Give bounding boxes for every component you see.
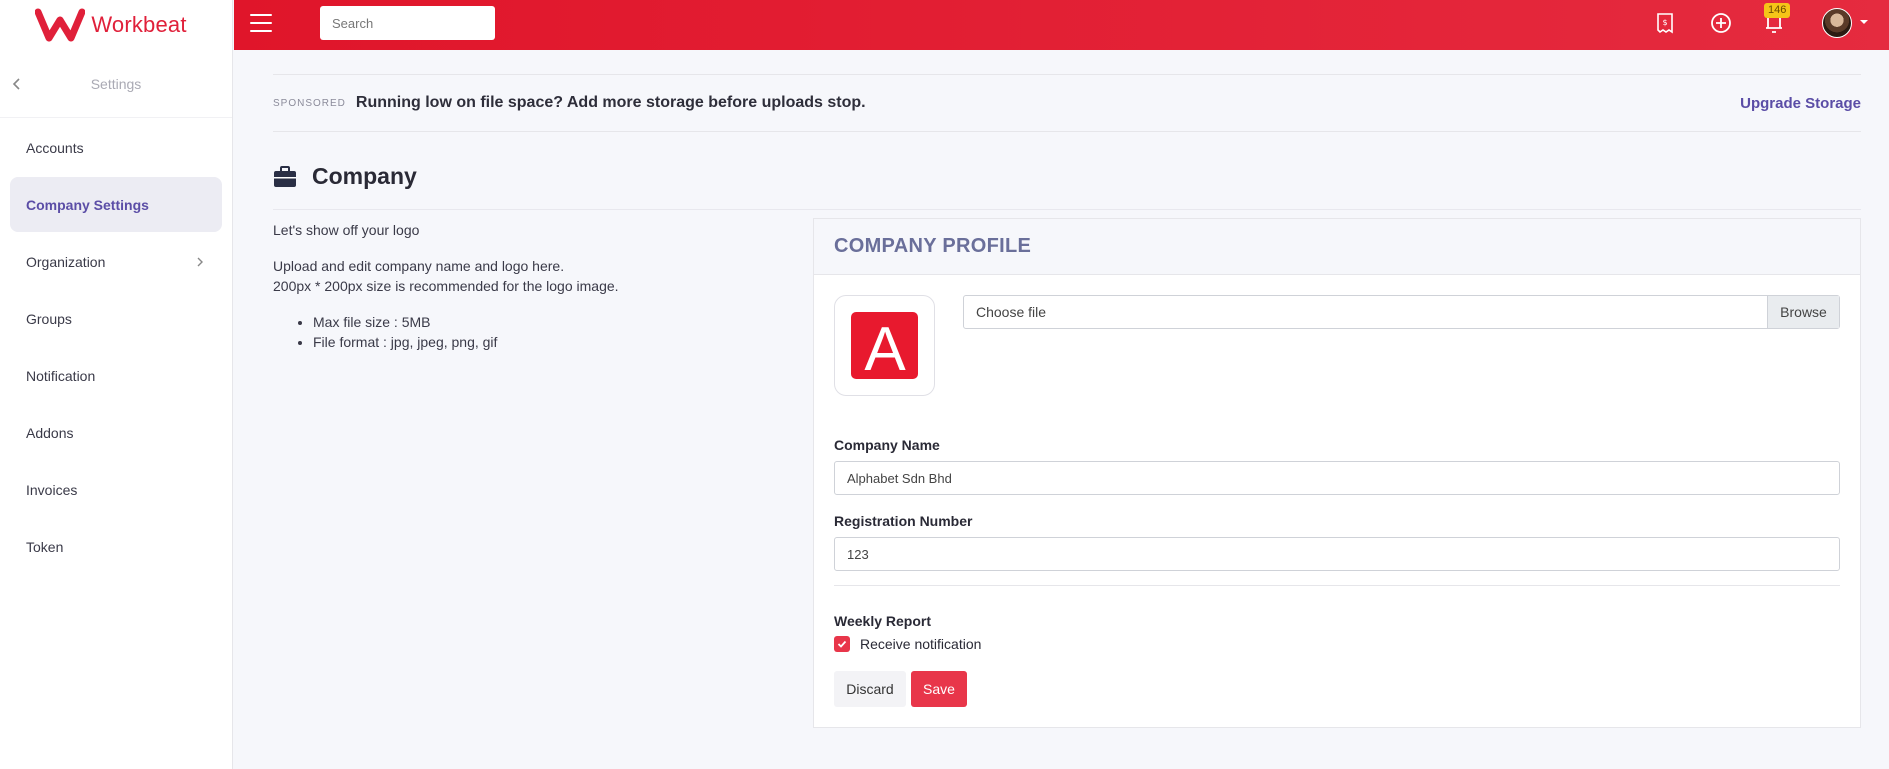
divider (834, 585, 1840, 586)
notification-badge: 146 (1764, 3, 1791, 18)
upgrade-storage-link[interactable]: Upgrade Storage (1740, 95, 1861, 112)
page-header: Company (273, 150, 1861, 210)
sidebar-item-label: Addons (26, 424, 74, 441)
weekly-report-label: Weekly Report (834, 613, 931, 629)
sidebar-item-label: Invoices (26, 481, 78, 498)
check-icon (837, 640, 847, 648)
info-description: Upload and edit company name and logo he… (273, 256, 793, 296)
registration-number-label: Registration Number (834, 513, 973, 529)
sidebar-item-company-settings[interactable]: Company Settings (10, 177, 222, 232)
avatar[interactable] (1822, 8, 1852, 38)
sidebar-item-invoices[interactable]: Invoices (10, 462, 222, 517)
info-line-2: 200px * 200px size is recommended for th… (273, 278, 619, 294)
info-intro: Let's show off your logo (273, 222, 420, 238)
briefcase-icon (274, 165, 296, 187)
company-logo-letter: A (864, 317, 906, 375)
choose-file-input[interactable]: Choose file (964, 296, 1767, 328)
sidebar-item-groups[interactable]: Groups (10, 291, 222, 346)
settings-nav: Accounts Company Settings Organization G… (0, 118, 232, 574)
chevron-right-icon (197, 257, 203, 266)
list-item: Max file size : 5MB (313, 312, 793, 332)
search-input[interactable] (320, 6, 495, 40)
company-logo: A (851, 312, 918, 379)
settings-header: Settings (0, 50, 232, 118)
info-requirements: Max file size : 5MB File format : jpg, j… (273, 312, 793, 352)
card-header: COMPANY PROFILE (814, 219, 1860, 275)
settings-title: Settings (90, 75, 142, 92)
company-name-label: Company Name (834, 437, 940, 453)
logo-preview: A (834, 295, 935, 396)
brand-name: Workbeat (91, 12, 187, 37)
sidebar-item-label: Accounts (26, 139, 84, 156)
workbeat-logo-icon (35, 8, 86, 42)
save-button[interactable]: Save (911, 671, 967, 707)
sidebar-item-notification[interactable]: Notification (10, 348, 222, 403)
browse-button[interactable]: Browse (1767, 296, 1839, 328)
menu-icon[interactable] (250, 14, 272, 32)
receive-notification-label: Receive notification (860, 636, 982, 652)
sidebar-item-label: Groups (26, 310, 72, 327)
receipt-icon[interactable]: $ (1652, 10, 1678, 36)
sidebar-item-label: Organization (26, 253, 106, 270)
registration-number-field[interactable] (834, 537, 1840, 571)
sponsored-text: Running low on file space? Add more stor… (355, 94, 866, 111)
sidebar-item-label: Token (26, 538, 64, 555)
topbar: $ 146 (234, 0, 1889, 50)
sidebar-item-accounts[interactable]: Accounts (10, 120, 222, 175)
receive-notification-row: Receive notification (834, 636, 981, 652)
svg-text:A: A (864, 317, 906, 375)
list-item: File format : jpg, jpeg, png, gif (313, 332, 793, 352)
file-upload: Choose file Browse (963, 295, 1840, 329)
sidebar: Workbeat Settings Accounts Company Setti… (0, 0, 233, 769)
add-circle-icon[interactable] (1708, 10, 1734, 36)
sidebar-item-label: Notification (26, 367, 96, 384)
sidebar-item-addons[interactable]: Addons (10, 405, 222, 460)
discard-button[interactable]: Discard (834, 671, 906, 707)
info-line-1: Upload and edit company name and logo he… (273, 258, 565, 274)
sidebar-item-token[interactable]: Token (10, 519, 222, 574)
sponsored-tag: SPONSORED (273, 97, 346, 109)
chevron-down-icon[interactable] (1860, 20, 1868, 24)
sponsored-banner: SPONSORED Running low on file space? Add… (273, 74, 1861, 132)
sidebar-item-label: Company Settings (26, 196, 149, 213)
company-name-field[interactable] (834, 461, 1840, 495)
svg-text:$: $ (1662, 18, 1667, 27)
chevron-left-icon[interactable] (10, 77, 24, 91)
logo-info: Let's show off your logo Upload and edit… (273, 220, 793, 352)
company-profile-card: COMPANY PROFILE A Choose file Browse Com… (813, 218, 1861, 728)
sidebar-item-organization[interactable]: Organization (10, 234, 222, 289)
brand[interactable]: Workbeat (0, 0, 232, 50)
page-title: Company (312, 163, 417, 189)
card-title: COMPANY PROFILE (834, 235, 1032, 257)
receive-notification-checkbox[interactable] (834, 636, 850, 652)
